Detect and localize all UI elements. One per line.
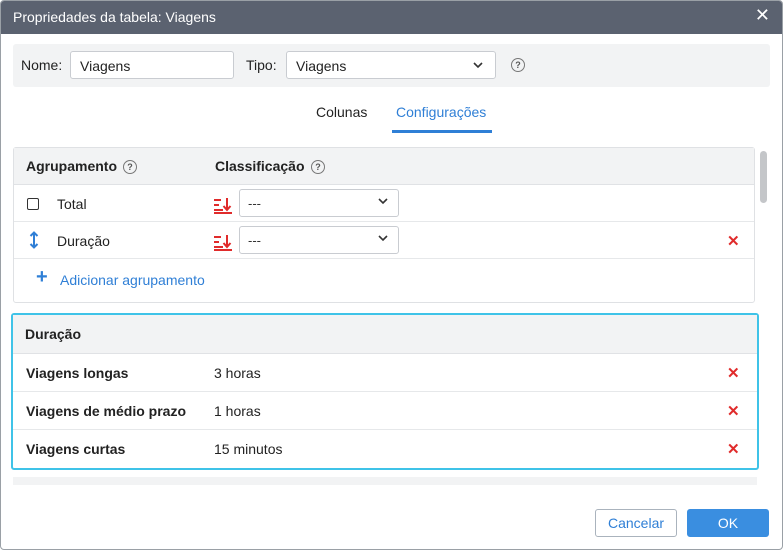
interval-name: Viagens curtas <box>26 441 126 457</box>
grouping-panel: Agrupamento ? Classificação ? Total --- <box>13 147 755 303</box>
help-icon[interactable]: ? <box>123 160 137 174</box>
interval-row: Viagens longas 3 horas ✕ <box>13 354 757 392</box>
tabs-bar: Colunas Configurações <box>1 99 782 137</box>
name-label: Nome: <box>21 57 63 73</box>
sort-select[interactable]: --- <box>239 189 399 217</box>
type-label: Tipo: <box>246 57 277 73</box>
help-icon[interactable]: ? <box>511 58 525 72</box>
interval-name: Viagens de médio prazo <box>26 403 187 419</box>
grouping-row-label: Duração <box>57 233 110 249</box>
name-input[interactable]: Viagens <box>70 51 234 79</box>
total-checkbox[interactable] <box>27 198 39 210</box>
delete-grouping-button[interactable]: ✕ <box>727 232 740 250</box>
help-icon[interactable]: ? <box>311 160 325 174</box>
updown-arrow-icon[interactable] <box>28 231 40 252</box>
chevron-down-icon <box>378 234 388 245</box>
interval-panel-title: Duração <box>25 326 82 342</box>
sort-descending-icon[interactable] <box>213 197 233 215</box>
sort-select-value: --- <box>248 233 261 248</box>
interval-panel: Duração Viagens longas 3 horas ✕ Viagens… <box>11 313 759 470</box>
scrollbar-thumb[interactable] <box>760 151 767 203</box>
sort-select[interactable]: --- <box>239 226 399 254</box>
table-properties-dialog: Propriedades da tabela: Viagens ✕ Nome: … <box>0 0 783 550</box>
interval-value: 15 minutos <box>214 441 283 457</box>
type-select[interactable]: Viagens <box>286 51 496 79</box>
active-tab-indicator <box>392 130 492 133</box>
sort-select-value: --- <box>248 196 261 211</box>
grouping-row: Total --- <box>14 185 754 222</box>
add-grouping-label: Adicionar agrupamento <box>60 272 205 288</box>
delete-interval-button[interactable]: ✕ <box>727 364 740 382</box>
sorting-column-header: Classificação <box>215 158 305 174</box>
interval-row: Viagens de médio prazo 1 horas ✕ <box>13 392 757 430</box>
dialog-titlebar: Propriedades da tabela: Viagens ✕ <box>1 1 782 34</box>
cancel-button[interactable]: Cancelar <box>595 509 677 537</box>
interval-name: Viagens longas <box>26 365 129 381</box>
chevron-down-icon <box>378 197 388 208</box>
grouping-row: Duração --- ✕ <box>14 222 754 259</box>
interval-row: Viagens curtas 15 minutos ✕ <box>13 430 757 468</box>
tab-settings[interactable]: Configurações <box>396 104 486 120</box>
close-icon[interactable]: ✕ <box>755 5 770 26</box>
delete-interval-button[interactable]: ✕ <box>727 402 740 420</box>
ok-button[interactable]: OK <box>687 509 769 537</box>
grouping-column-header: Agrupamento <box>26 158 117 174</box>
type-select-value: Viagens <box>296 58 347 74</box>
delete-interval-button[interactable]: ✕ <box>727 440 740 458</box>
grouping-row-label: Total <box>57 196 87 212</box>
chevron-down-icon <box>473 60 483 72</box>
tab-columns[interactable]: Colunas <box>316 104 367 120</box>
dialog-title: Propriedades da tabela: Viagens <box>13 9 216 25</box>
sort-descending-icon[interactable] <box>213 234 233 252</box>
interval-panel-header: Duração <box>13 315 757 354</box>
grouping-header: Agrupamento ? Classificação ? <box>14 148 754 185</box>
plus-icon: + <box>36 266 48 288</box>
panel-bottom-strip <box>13 477 757 485</box>
interval-value: 1 horas <box>214 403 261 419</box>
interval-value: 3 horas <box>214 365 261 381</box>
name-type-bar: Nome: Viagens Tipo: Viagens ? <box>13 44 770 87</box>
